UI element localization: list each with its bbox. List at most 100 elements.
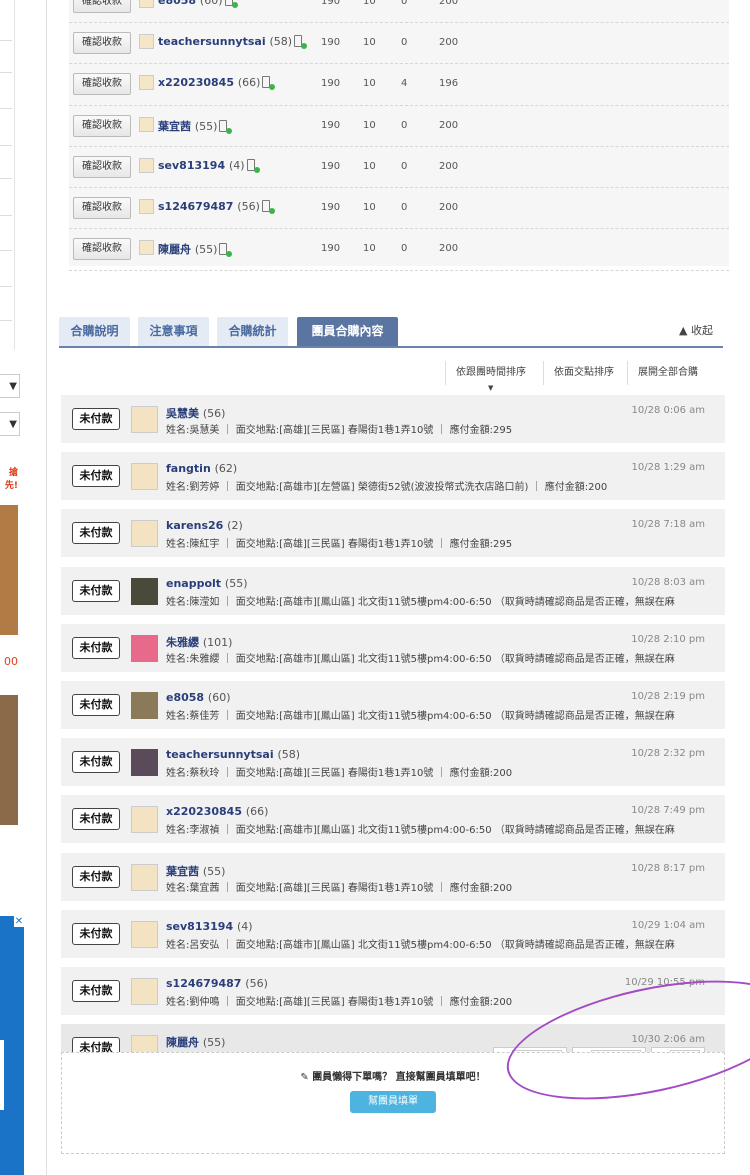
order-detail: 姓名:呂安弘 ｜ 面交地點:[高雄市][鳳山區] 北文街11號5樓pm4:00-… — [166, 939, 675, 951]
order-detail: 姓名:吳慧美 ｜ 面交地點:[高雄][三民區] 春陽街1巷1弄10號 ｜ 應付金… — [166, 425, 513, 436]
cell: 10 — [363, 119, 376, 131]
avatar[interactable] — [131, 920, 158, 948]
cell: 0 — [401, 202, 408, 214]
cell: 190 — [321, 202, 341, 214]
ad-label: 搶先! — [4, 468, 18, 491]
unpaid-badge[interactable]: 未付款 — [72, 408, 120, 430]
order-time: 10/28 2:32 pm — [631, 748, 705, 760]
confirm-payment-button[interactable]: 確認收款 — [73, 73, 131, 96]
avatar[interactable] — [131, 692, 158, 719]
sidebar-dropdown[interactable]: ▼ — [0, 412, 20, 436]
order-time: 10/28 8:17 pm — [631, 862, 705, 874]
order-detail: 姓名:朱雅纓 ｜ 面交地點:[高雄市][鳳山區] 北文街11號5樓pm4:00-… — [166, 653, 675, 665]
confirm-payment-button[interactable]: 確認收款 — [73, 114, 131, 137]
tab-notes[interactable]: 注意事項 — [138, 317, 209, 346]
order-item: 未付款 x220230845 (66) 姓名:李淑禎 ｜ 面交地點:[高雄市][… — [61, 795, 725, 844]
cell: 10 — [363, 0, 376, 7]
username[interactable]: 葉宜茜 (55) — [158, 118, 233, 134]
payment-row: 確認收款 陳麗舟 (55) 190 10 0 200 — [69, 229, 729, 271]
sort-by-pickup[interactable]: 依面交點排序 — [543, 361, 614, 385]
avatar[interactable] — [131, 406, 158, 433]
ad-banner[interactable]: ✕ — [0, 916, 24, 1175]
unpaid-badge[interactable]: 未付款 — [72, 751, 120, 774]
payment-row: 確認收款 s124679487 (56) 190 10 0 200 — [69, 188, 729, 230]
member-name[interactable]: s124679487 (56) — [166, 977, 268, 990]
unpaid-badge[interactable]: 未付款 — [72, 808, 120, 831]
tab-description[interactable]: 合購說明 — [59, 317, 130, 346]
expand-all[interactable]: 展開全部合購 — [627, 361, 698, 385]
mobile-icon — [261, 200, 275, 215]
avatar[interactable] — [131, 634, 158, 662]
avatar[interactable] — [131, 749, 158, 777]
username[interactable]: x220230845 (66) — [158, 76, 276, 91]
username[interactable]: s124679487 (56) — [158, 200, 275, 215]
avatar — [139, 116, 154, 132]
cell: 200 — [439, 37, 459, 48]
member-name[interactable]: karens26 (2) — [166, 519, 243, 532]
cell: 0 — [401, 243, 408, 255]
member-name[interactable]: x220230845 (66) — [166, 805, 268, 818]
cell: 200 — [439, 160, 459, 172]
sidebar-dropdown[interactable]: ▼ — [0, 374, 20, 398]
avatar[interactable] — [131, 978, 158, 1005]
unpaid-badge[interactable]: 未付款 — [72, 579, 120, 602]
mobile-icon — [246, 158, 260, 173]
member-name[interactable]: enappolt (55) — [166, 577, 248, 590]
confirm-payment-button[interactable]: 確認收款 — [73, 32, 131, 54]
member-name[interactable]: fangtin (62) — [166, 462, 237, 475]
member-name[interactable]: 葉宜茜 (55) — [166, 863, 225, 879]
cell: 0 — [401, 160, 408, 172]
cell: 10 — [363, 202, 376, 214]
unpaid-badge[interactable]: 未付款 — [72, 980, 120, 1002]
username[interactable]: sev813194 (4) — [158, 158, 260, 173]
cell: 190 — [321, 243, 341, 255]
avatar[interactable] — [131, 463, 158, 491]
cell: 10 — [363, 37, 376, 48]
unpaid-badge[interactable]: 未付款 — [72, 694, 120, 716]
order-detail: 姓名:葉宜茜 ｜ 面交地點:[高雄][三民區] 春陽街1巷1弄10號 ｜ 應付金… — [166, 882, 513, 894]
order-item: 未付款 enappolt (55) 姓名:陳滢如 ｜ 面交地點:[高雄市][鳳山… — [61, 566, 725, 615]
cell: 0 — [401, 37, 408, 48]
unpaid-badge[interactable]: 未付款 — [72, 522, 120, 545]
mobile-icon — [262, 76, 276, 91]
confirm-payment-button[interactable]: 確認收款 — [73, 238, 131, 261]
username[interactable]: 陳麗舟 (55) — [158, 241, 233, 258]
cell: 190 — [321, 37, 341, 48]
ad-image[interactable] — [0, 695, 18, 825]
tab-member-orders[interactable]: 團員合購內容 — [297, 317, 398, 346]
username[interactable]: e8058 (60) — [158, 0, 238, 8]
member-name[interactable]: teachersunnytsai (58) — [166, 748, 300, 761]
order-item: 未付款 吳慧美 (56) 姓名:吳慧美 ｜ 面交地點:[高雄][三民區] 春陽街… — [61, 395, 725, 443]
collapse-button[interactable]: ▲ 收起 — [679, 322, 713, 338]
cell: 200 — [439, 243, 459, 255]
username[interactable]: teachersunnytsai (58) — [158, 35, 308, 49]
tab-statistics[interactable]: 合購統計 — [217, 317, 288, 346]
ad-image[interactable] — [0, 505, 18, 635]
confirm-payment-button[interactable]: 確認收款 — [73, 155, 131, 178]
payment-row: 確認收款 x220230845 (66) 190 10 4 196 — [69, 64, 729, 106]
avatar — [139, 240, 154, 256]
avatar[interactable] — [131, 806, 158, 834]
cell: 190 — [321, 160, 341, 172]
avatar[interactable] — [131, 577, 158, 605]
fill-for-member-button[interactable]: 幫團員填單 — [350, 1091, 436, 1113]
order-item: 未付款 朱雅纓 (101) 姓名:朱雅纓 ｜ 面交地點:[高雄市][鳳山區] 北… — [61, 623, 725, 672]
confirm-payment-button[interactable]: 確認收款 — [73, 197, 131, 220]
member-name[interactable]: sev813194 (4) — [166, 920, 253, 933]
payment-row: 確認收款 e8058 (60) 190 10 0 200 — [69, 0, 729, 23]
confirm-payment-button[interactable]: 確認收款 — [73, 0, 131, 13]
avatar[interactable] — [131, 520, 158, 548]
unpaid-badge[interactable]: 未付款 — [72, 636, 120, 659]
order-detail: 姓名:蔡佳芳 ｜ 面交地點:[高雄市][鳳山區] 北文街11號5樓pm4:00-… — [166, 711, 675, 722]
avatar — [139, 157, 154, 173]
close-icon[interactable]: ✕ — [14, 916, 24, 927]
unpaid-badge[interactable]: 未付款 — [72, 865, 120, 888]
member-name[interactable]: 陳麗舟 (55) — [166, 1034, 225, 1050]
member-name[interactable]: e8058 (60) — [166, 691, 231, 704]
member-name[interactable]: 朱雅纓 (101) — [166, 634, 232, 650]
avatar[interactable] — [131, 863, 158, 891]
unpaid-badge[interactable]: 未付款 — [72, 922, 120, 945]
unpaid-badge[interactable]: 未付款 — [72, 465, 120, 488]
order-time: 10/28 2:10 pm — [631, 633, 705, 645]
member-name[interactable]: 吳慧美 (56) — [166, 405, 225, 421]
